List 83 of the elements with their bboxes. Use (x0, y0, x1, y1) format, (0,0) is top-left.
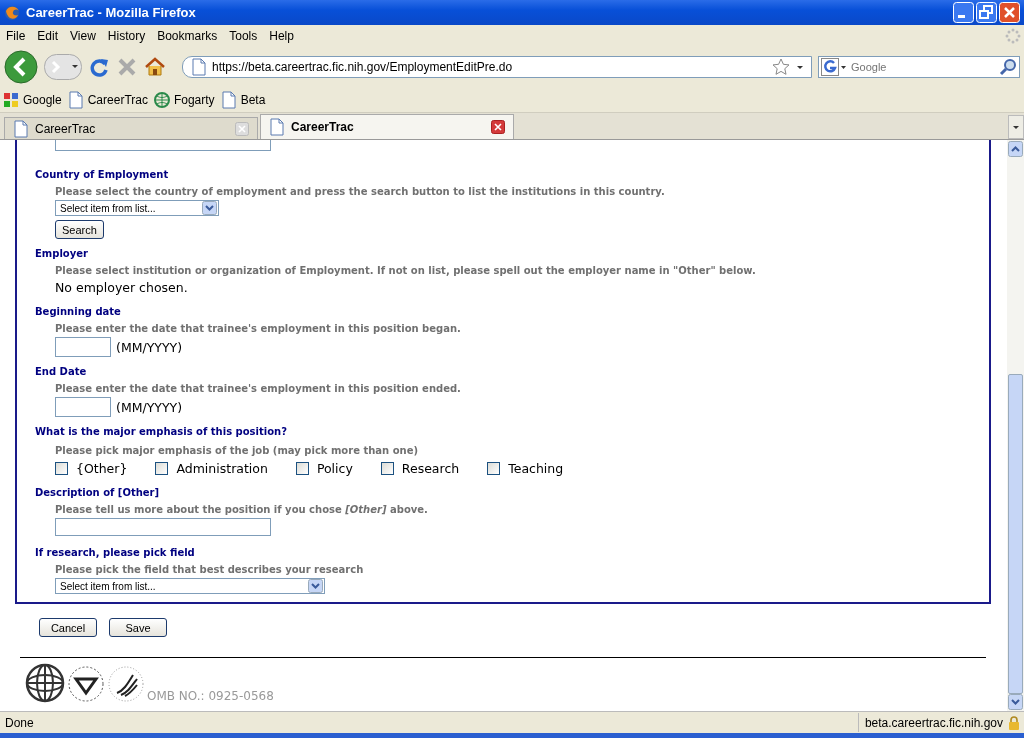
checkbox-label: {Other} (76, 460, 128, 476)
checkbox-label: Policy (316, 460, 353, 476)
checkbox[interactable] (487, 461, 501, 475)
date-field[interactable] (55, 337, 111, 357)
chevron-down-icon (202, 201, 217, 215)
bookmark-item[interactable]: Fogarty (153, 92, 215, 108)
page-icon (191, 58, 207, 76)
help-text: Please select institution or organization of Employment. If not on list, please spell out the employer name in "Other" below. (54, 264, 757, 278)
help-text: Please tell us more about the position if you chose [Other] above. (54, 503, 429, 517)
page-icon (220, 91, 237, 109)
format-hint: (MM/YYYY) (116, 339, 183, 355)
reload-icon[interactable] (88, 56, 110, 78)
eagle-seal-icon (107, 665, 145, 703)
page-icon (67, 91, 84, 109)
bookmark-item[interactable]: CareerTrac (67, 91, 148, 109)
checkbox[interactable] (55, 461, 68, 475)
text-field[interactable] (55, 518, 271, 536)
help-text: Please enter the date that trainee's employment in this position began. (54, 322, 462, 336)
triangle-seal-icon (67, 665, 105, 703)
status-text: Done (4, 715, 34, 730)
bookmark-item[interactable]: Google (3, 92, 62, 108)
menu-item[interactable]: Tools (223, 28, 264, 43)
dropdown[interactable]: Select item from list... (55, 578, 325, 594)
menu-item[interactable]: History (101, 28, 152, 43)
squares-icon (3, 92, 19, 108)
section-heading: End Date (35, 365, 88, 379)
help-text: Please enter the date that trainee's employment in this position ended. (54, 382, 462, 396)
section-heading: Country of Employment (35, 168, 170, 182)
throbber-icon (1005, 27, 1021, 44)
address-field[interactable]: https://beta.careertrac.fic.nih.gov/EmploymentEditPre.do (182, 56, 812, 78)
checkbox-label: Teaching (508, 460, 564, 476)
close-icon[interactable] (491, 120, 505, 134)
scroll-up-icon (1008, 141, 1023, 157)
dropdown[interactable]: Select item from list... (55, 200, 219, 216)
menu-item[interactable]: File (0, 28, 32, 43)
help-text: Please pick major emphasis of the job (may pick more than one) (54, 444, 420, 458)
checkbox-label: Administration (176, 460, 268, 476)
menu-item[interactable]: View (64, 28, 102, 43)
checkbox[interactable] (380, 461, 394, 475)
scroll-down-icon (1008, 694, 1023, 710)
form-button[interactable]: Cancel (39, 618, 97, 637)
section-heading: Beginning date (35, 305, 122, 319)
bookmark-item[interactable]: Beta (220, 91, 266, 109)
scroll-thumb[interactable] (1008, 374, 1023, 694)
section-heading: What is the major emphasis of this position? (35, 425, 288, 439)
checkbox[interactable] (295, 461, 309, 475)
firefox-icon (4, 4, 20, 21)
date-field[interactable] (55, 397, 111, 417)
help-text: Please select the country of employment and press the search button to list the institutions in this country. (54, 185, 666, 199)
format-hint: (MM/YYYY) (116, 399, 183, 415)
browser-tab[interactable]: CareerTrac (4, 117, 258, 139)
checkbox-label: Research (401, 460, 460, 476)
globe-icon (153, 92, 170, 108)
search-icon (999, 58, 1017, 76)
site-host: beta.careertrac.fic.nih.gov (864, 715, 1003, 730)
menu-item[interactable]: Edit (31, 28, 65, 43)
menu-item[interactable]: Bookmarks (151, 28, 224, 43)
form-button[interactable]: Save (109, 618, 167, 637)
search-button[interactable]: Search (55, 220, 104, 239)
checkbox[interactable] (155, 461, 169, 475)
window-title: CareerTrac - Mozilla Firefox (26, 5, 197, 20)
tab-list-icon[interactable] (1008, 115, 1024, 139)
home-icon[interactable] (144, 56, 166, 78)
minimize-icon[interactable] (953, 2, 974, 23)
padlock-icon (1008, 714, 1020, 731)
globe-logo-icon (25, 663, 65, 703)
help-text: Please pick the field that best describes your research (54, 563, 365, 577)
page-icon (269, 118, 285, 136)
section-heading: If research, please pick field (35, 546, 196, 560)
browser-tab[interactable]: CareerTrac (260, 114, 514, 139)
forward-icon[interactable] (44, 54, 82, 80)
chevron-down-icon (308, 579, 323, 593)
section-heading: Description of [Other] (35, 486, 161, 500)
omb-number: OMB NO.: 0925-0568 (147, 689, 274, 703)
status-text: No employer chosen. (55, 279, 189, 297)
section-heading: Employer (35, 247, 89, 261)
star-icon (772, 58, 790, 76)
search-field[interactable]: Google (818, 56, 1020, 78)
restore-icon[interactable] (976, 2, 997, 23)
back-icon[interactable] (4, 50, 38, 84)
scrollbar[interactable] (1007, 140, 1024, 711)
menu-item[interactable]: Help (263, 28, 300, 43)
page-icon (13, 119, 29, 138)
